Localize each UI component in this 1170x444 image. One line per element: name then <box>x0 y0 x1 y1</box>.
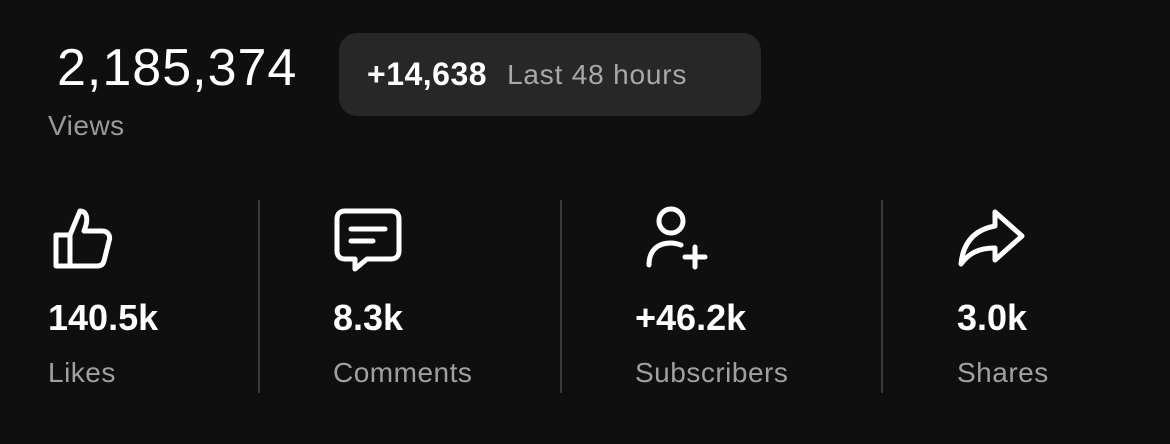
recent-views-pill[interactable]: +14,638 Last 48 hours <box>339 33 761 116</box>
views-count: 2,185,374 <box>57 39 298 97</box>
stat-subscribers-label: Subscribers <box>635 357 789 388</box>
recent-views-period: Last 48 hours <box>507 58 688 90</box>
stat-likes-label: Likes <box>48 357 116 388</box>
add-user-icon <box>645 205 709 271</box>
thumbs-up-icon <box>50 205 116 271</box>
stat-shares-value: 3.0k <box>957 297 1028 338</box>
divider <box>881 200 883 393</box>
views-label: Views <box>48 110 125 141</box>
recent-views-delta: +14,638 <box>367 56 488 92</box>
divider <box>258 200 260 393</box>
stat-subscribers-value: +46.2k <box>635 297 747 338</box>
stat-shares-label: Shares <box>957 357 1049 388</box>
share-icon <box>957 208 1027 268</box>
stat-likes-value: 140.5k <box>48 297 159 338</box>
comment-icon <box>333 207 403 273</box>
stat-comments-label: Comments <box>333 357 473 388</box>
stat-comments-value: 8.3k <box>333 297 404 338</box>
divider <box>560 200 562 393</box>
